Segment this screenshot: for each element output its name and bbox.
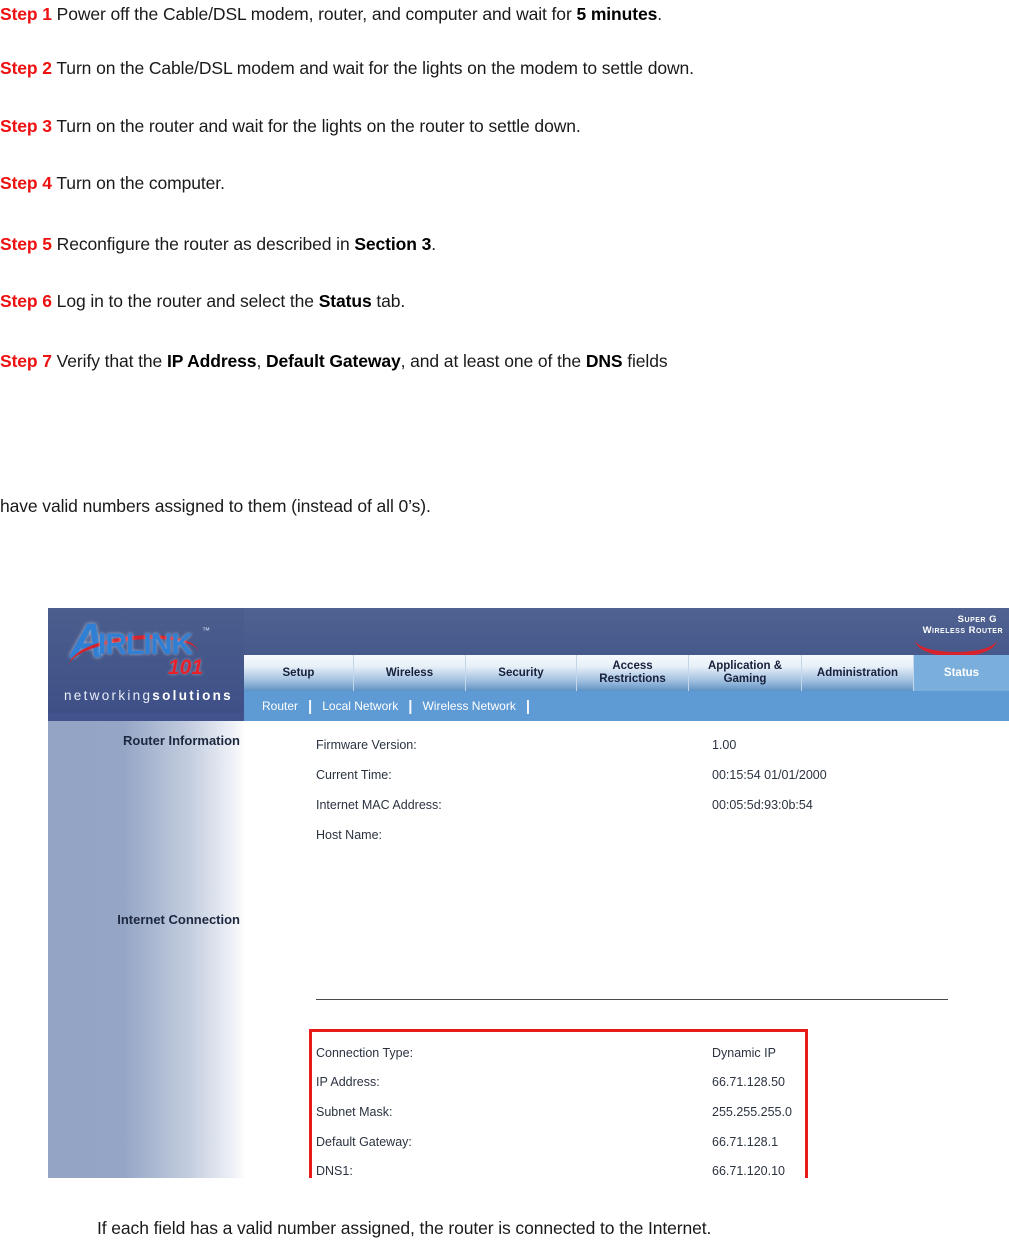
step-bold: Status [318, 291, 372, 311]
trademark-icon: ™ [202, 626, 210, 635]
table-row: Firmware Version: 1.00 [316, 738, 936, 754]
section-divider [316, 999, 948, 1000]
tab-wireless[interactable]: Wireless [354, 655, 466, 691]
main-tab-bar: Setup Wireless Security Access Restricti… [244, 655, 1009, 691]
step-text-tail: tab. [371, 291, 406, 311]
step-label: Step 6 [0, 291, 52, 311]
field-value-current-time: 00:15:54 01/01/2000 [712, 768, 827, 782]
subnav-item-wireless-network[interactable]: Wireless Network [412, 699, 525, 713]
super-g-line1: Super G [957, 614, 997, 625]
tab-administration[interactable]: Administration [802, 655, 914, 691]
tab-status[interactable]: Status [914, 655, 1009, 691]
tab-security[interactable]: Security [466, 655, 577, 691]
logo-model-number: 101 [168, 656, 204, 679]
step-text: Turn on the Cable/DSL modem and wait for… [51, 58, 694, 78]
tab-setup[interactable]: Setup [244, 655, 354, 691]
step-label: Step 3 [0, 116, 52, 136]
step-text: Verify that the [51, 351, 167, 371]
section-label-sidebar: Router Information Internet Connection [48, 721, 244, 1178]
step-label: Step 5 [0, 234, 52, 254]
router-status-content: Firmware Version: 1.00 Current Time: 00:… [244, 721, 1009, 1178]
subnav-item-local-network[interactable]: Local Network [312, 699, 408, 713]
subnav-item-router[interactable]: Router [252, 699, 308, 713]
step-line-1: Step 1 Power off the Cable/DSL modem, ro… [0, 4, 662, 24]
tab-access-restrictions[interactable]: Access Restrictions [577, 655, 689, 691]
field-value-connection-type: Dynamic IP [712, 1046, 776, 1060]
field-label-current-time: Current Time: [316, 768, 392, 782]
step-line-7: Step 7 Verify that the IP Address, Defau… [0, 351, 668, 371]
field-label-subnet-mask: Subnet Mask: [316, 1105, 393, 1119]
step-text: Log in to the router and select the [51, 291, 319, 311]
table-row: DNS1: 66.71.120.10 [316, 1164, 796, 1178]
paragraph-valid-numbers: have valid numbers assigned to them (ins… [0, 496, 431, 516]
tagline-light: networking [64, 688, 153, 703]
step-line-6: Step 6 Log in to the router and select t… [0, 291, 406, 311]
subnav-divider: | [408, 697, 413, 715]
step-text: , and at least one of the [400, 351, 586, 371]
field-label-default-gateway: Default Gateway: [316, 1135, 412, 1149]
airlink-logo: A IRLINK ™ 101 [66, 616, 240, 679]
step-bold-ip-address: IP Address [166, 351, 257, 371]
figure-caption: If each field has a valid number assigne… [97, 1218, 712, 1238]
step-bold-default-gateway: Default Gateway [265, 351, 401, 371]
section-title-router-information: Router Information [123, 733, 240, 748]
subnav-divider: | [308, 697, 313, 715]
field-value-default-gateway: 66.71.128.1 [712, 1135, 779, 1149]
super-g-swoosh-icon [915, 636, 997, 657]
field-label-dns1: DNS1: [316, 1164, 353, 1178]
tagline-bold: solutions [152, 688, 233, 703]
step-text: Reconfigure the router as described in [51, 234, 355, 254]
field-label-internet-mac-address: Internet MAC Address: [316, 798, 442, 812]
field-label-host-name: Host Name: [316, 828, 382, 842]
logo-tagline: networkingsolutions [64, 688, 233, 703]
table-row: Connection Type: Dynamic IP [316, 1046, 796, 1062]
field-value-dns1: 66.71.120.10 [712, 1164, 785, 1178]
step-text: , [256, 351, 266, 371]
step-bold: Section 3 [354, 234, 432, 254]
table-row: Subnet Mask: 255.255.255.0 [316, 1105, 796, 1121]
field-label-connection-type: Connection Type: [316, 1046, 414, 1060]
step-text: Turn on the computer. [51, 173, 225, 193]
step-text: Turn on the router and wait for the ligh… [51, 116, 581, 136]
field-label-ip-address: IP Address: [316, 1075, 380, 1089]
table-row: Internet MAC Address: 00:05:5d:93:0b:54 [316, 798, 936, 814]
field-value-subnet-mask: 255.255.255.0 [712, 1105, 792, 1119]
step-line-4: Step 4 Turn on the computer. [0, 173, 225, 193]
step-label: Step 2 [0, 58, 52, 78]
step-label: Step 7 [0, 351, 52, 371]
table-row: Host Name: [316, 828, 936, 844]
step-line-3: Step 3 Turn on the router and wait for t… [0, 116, 581, 136]
subnav-divider: | [525, 697, 531, 715]
field-value-ip-address: 66.71.128.50 [712, 1075, 785, 1089]
step-line-2: Step 2 Turn on the Cable/DSL modem and w… [0, 58, 694, 78]
table-row: Default Gateway: 66.71.128.1 [316, 1135, 796, 1151]
airlink-logo-block: A IRLINK ™ 101 networkingsolutions [48, 608, 244, 713]
super-g-badge: Super G Wireless Router [905, 610, 1005, 658]
router-admin-screenshot: A IRLINK ™ 101 networkingsolutions Super… [48, 608, 1009, 1178]
step-text-tail: . [431, 234, 437, 254]
step-text: Power off the Cable/DSL modem, router, a… [51, 4, 577, 24]
step-bold-dns: DNS [585, 351, 623, 371]
field-label-firmware-version: Firmware Version: [316, 738, 417, 752]
tab-application-gaming[interactable]: Application & Gaming [689, 655, 802, 691]
router-header-bar: A IRLINK ™ 101 networkingsolutions Super… [48, 608, 1009, 721]
sub-navigation-bar: Router | Local Network | Wireless Networ… [244, 691, 1009, 721]
step-label: Step 1 [0, 4, 52, 24]
table-row: IP Address: 66.71.128.50 [316, 1075, 796, 1091]
super-g-line2: Wireless Router [922, 625, 1003, 636]
table-row: Current Time: 00:15:54 01/01/2000 [316, 768, 936, 784]
step-bold: 5 minutes [576, 4, 658, 24]
step-line-5: Step 5 Reconfigure the router as describ… [0, 234, 437, 254]
step-text-tail: fields [622, 351, 668, 371]
field-value-internet-mac-address: 00:05:5d:93:0b:54 [712, 798, 813, 812]
step-label: Step 4 [0, 173, 52, 193]
step-text-tail: . [657, 4, 662, 24]
field-value-firmware-version: 1.00 [712, 738, 737, 752]
section-title-internet-connection: Internet Connection [117, 912, 240, 927]
